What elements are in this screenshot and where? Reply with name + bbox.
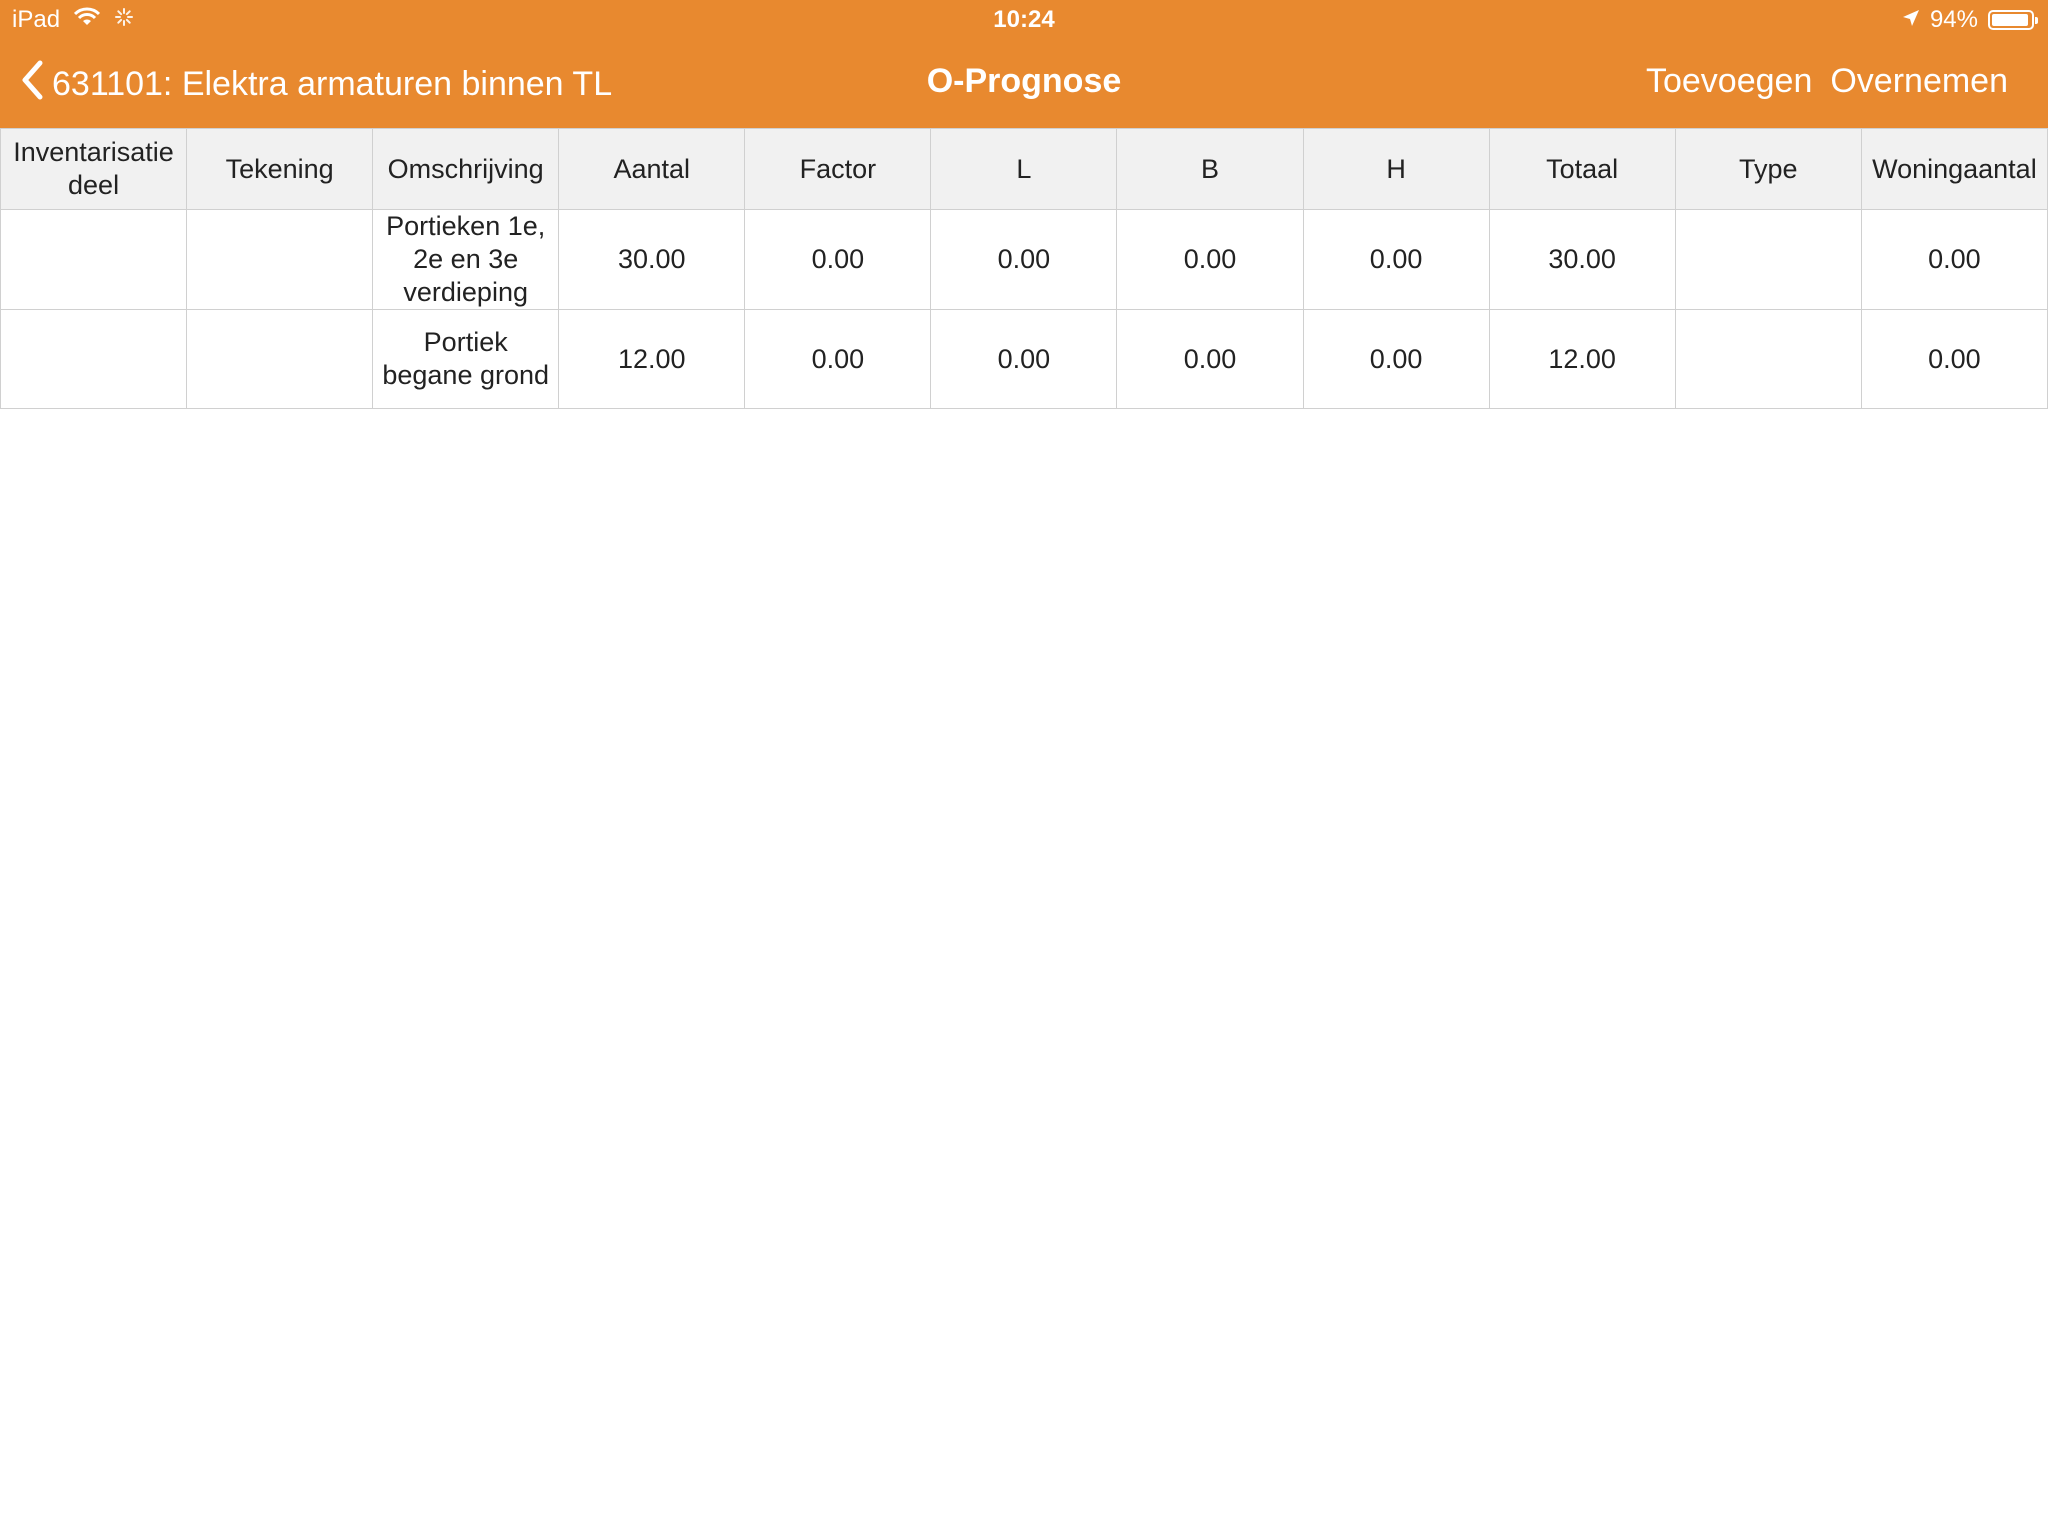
cell-type[interactable] [1674,209,1862,310]
cell-tekening[interactable] [186,209,374,310]
column-header-factor[interactable]: Factor [744,128,932,210]
navigation-bar: 631101: Elektra armaturen binnen TL O-Pr… [0,40,2048,128]
column-header-woningaantal[interactable]: Woningaantal [1860,128,2048,210]
column-header-type[interactable]: Type [1674,128,1862,210]
cell-woningaantal[interactable]: 0.00 [1860,209,2048,310]
column-header-l[interactable]: L [930,128,1118,210]
cell-l[interactable]: 0.00 [930,209,1118,310]
column-header-inventarisatie-deel[interactable]: Inventarisatie deel [0,128,188,210]
cell-inventarisatie-deel[interactable] [0,209,188,310]
cell-factor[interactable]: 0.00 [744,209,932,310]
column-header-totaal[interactable]: Totaal [1488,128,1676,210]
cell-h[interactable]: 0.00 [1302,209,1490,310]
table-row[interactable]: Portieken 1e, 2e en 3e verdieping 30.00 … [0,209,2048,310]
chevron-left-icon [20,60,44,109]
battery-nub [2035,17,2038,24]
cell-b[interactable]: 0.00 [1116,309,1304,409]
cell-woningaantal[interactable]: 0.00 [1860,309,2048,409]
cell-h[interactable]: 0.00 [1302,309,1490,409]
prognosis-table: Inventarisatie deel Tekening Omschrijvin… [0,128,2048,409]
status-bar: iPad 10:24 94% [0,0,2048,40]
column-header-omschrijving[interactable]: Omschrijving [372,128,560,210]
cell-totaal[interactable]: 30.00 [1488,209,1676,310]
location-arrow-icon [1902,6,1920,34]
top-bar: iPad 10:24 94% 631101: Elektra armaturen… [0,0,2048,128]
column-header-tekening[interactable]: Tekening [186,128,374,210]
battery-level-fill [1992,14,2028,26]
cell-tekening[interactable] [186,309,374,409]
cell-omschrijving[interactable]: Portiek begane grond [372,309,560,409]
adopt-button[interactable]: Overnemen [1830,62,2008,101]
nav-actions: Toevoegen Overnemen [1646,62,2008,101]
cell-omschrijving[interactable]: Portieken 1e, 2e en 3e verdieping [372,209,560,310]
cell-aantal[interactable]: 12.00 [558,309,746,409]
cell-factor[interactable]: 0.00 [744,309,932,409]
column-header-b[interactable]: B [1116,128,1304,210]
status-time: 10:24 [993,6,1055,33]
cell-b[interactable]: 0.00 [1116,209,1304,310]
table-row[interactable]: Portiek begane grond 12.00 0.00 0.00 0.0… [0,309,2048,409]
table-header-row: Inventarisatie deel Tekening Omschrijvin… [0,128,2048,210]
column-header-h[interactable]: H [1302,128,1490,210]
battery-icon [1988,10,2038,30]
cell-inventarisatie-deel[interactable] [0,309,188,409]
cell-aantal[interactable]: 30.00 [558,209,746,310]
back-button-label: 631101: Elektra armaturen binnen TL [52,65,613,103]
add-button[interactable]: Toevoegen [1646,62,1812,101]
cell-l[interactable]: 0.00 [930,309,1118,409]
column-header-aantal[interactable]: Aantal [558,128,746,210]
cell-type[interactable] [1674,309,1862,409]
battery-percentage: 94% [1929,6,1978,33]
cell-totaal[interactable]: 12.00 [1488,309,1676,409]
back-button[interactable]: 631101: Elektra armaturen binnen TL [20,60,612,109]
status-right: 94% [1902,6,2038,34]
